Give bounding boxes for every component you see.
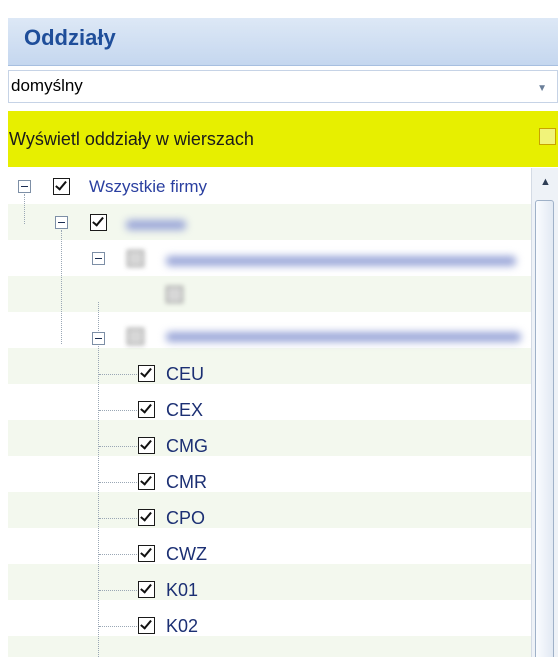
tree-connector xyxy=(61,230,62,344)
checkbox-checked-icon[interactable] xyxy=(138,581,155,598)
collapse-icon[interactable] xyxy=(18,180,31,193)
panel-title: Oddziały xyxy=(24,25,116,50)
tree-connector xyxy=(99,374,137,375)
tree-item-label[interactable]: CPO xyxy=(166,508,205,529)
tree-connector xyxy=(98,302,99,657)
tree-row xyxy=(8,384,531,420)
scroll-up-icon[interactable]: ▲ xyxy=(540,176,551,188)
tree-row xyxy=(8,492,531,528)
tree-row xyxy=(8,600,531,636)
checkbox-checked-icon[interactable] xyxy=(138,545,155,562)
checkbox-checked-icon[interactable] xyxy=(138,509,155,526)
tree-connector xyxy=(99,518,137,519)
tree-row xyxy=(8,456,531,492)
tree-connector xyxy=(99,482,137,483)
checkbox-checked-icon[interactable] xyxy=(138,365,155,382)
profile-select-value: domyślny xyxy=(11,76,83,95)
checkbox-checked-icon[interactable] xyxy=(90,214,107,231)
tree-root-label[interactable]: Wszystkie firmy xyxy=(89,177,207,197)
tree-connector xyxy=(99,410,137,411)
checkbox-checked-icon[interactable] xyxy=(138,401,155,418)
collapse-icon[interactable] xyxy=(92,252,105,265)
redacted-label xyxy=(126,220,186,230)
tree-item-label[interactable]: CEU xyxy=(166,364,204,385)
tree-row xyxy=(8,204,531,240)
checkbox-checked-icon[interactable] xyxy=(138,617,155,634)
tree-connector xyxy=(99,554,137,555)
tree-row xyxy=(8,312,531,348)
tree-connector xyxy=(99,446,137,447)
redacted-label xyxy=(166,256,516,266)
option-label: Wyświetl oddziały w wierszach xyxy=(9,129,254,149)
scroll-thumb[interactable] xyxy=(535,200,554,657)
tree-item-label[interactable]: K01 xyxy=(166,580,198,601)
collapse-icon[interactable] xyxy=(55,216,68,229)
tree-row xyxy=(8,420,531,456)
tree-row xyxy=(8,168,531,204)
checkbox-checked-icon[interactable] xyxy=(138,437,155,454)
checkbox-checked-icon[interactable] xyxy=(166,286,183,303)
tree-row xyxy=(8,636,531,657)
panel-header: Oddziały xyxy=(8,18,558,66)
option-checkbox[interactable] xyxy=(539,128,556,145)
profile-select[interactable]: domyślny ▼ xyxy=(8,70,558,103)
tree-item-label[interactable]: CEX xyxy=(166,400,203,421)
tree-row xyxy=(8,528,531,564)
checkbox-checked-icon[interactable] xyxy=(53,178,70,195)
checkbox-checked-icon[interactable] xyxy=(127,328,144,345)
tree-item-label[interactable]: CMG xyxy=(166,436,208,457)
tree-row xyxy=(8,564,531,600)
tree-scrollbar[interactable]: ▲ xyxy=(531,168,558,657)
checkbox-checked-icon[interactable] xyxy=(138,473,155,490)
tree-row xyxy=(8,276,531,312)
tree-row xyxy=(8,348,531,384)
tree-item-label[interactable]: CMR xyxy=(166,472,207,493)
tree-connector xyxy=(99,626,137,627)
chevron-down-icon[interactable]: ▼ xyxy=(537,83,547,94)
branch-tree: Wszystkie firmy CEU CEX CMG CMR CPO CWZ … xyxy=(8,168,558,657)
tree-item-label[interactable]: CWZ xyxy=(166,544,207,565)
tree-connector xyxy=(24,194,25,224)
redacted-label xyxy=(166,332,521,342)
tree-item-label[interactable]: K02 xyxy=(166,616,198,637)
tree-connector xyxy=(99,590,137,591)
checkbox-checked-icon[interactable] xyxy=(127,250,144,267)
collapse-icon[interactable] xyxy=(92,332,105,345)
display-branches-in-rows-option[interactable]: Wyświetl oddziały w wierszach xyxy=(8,111,558,167)
